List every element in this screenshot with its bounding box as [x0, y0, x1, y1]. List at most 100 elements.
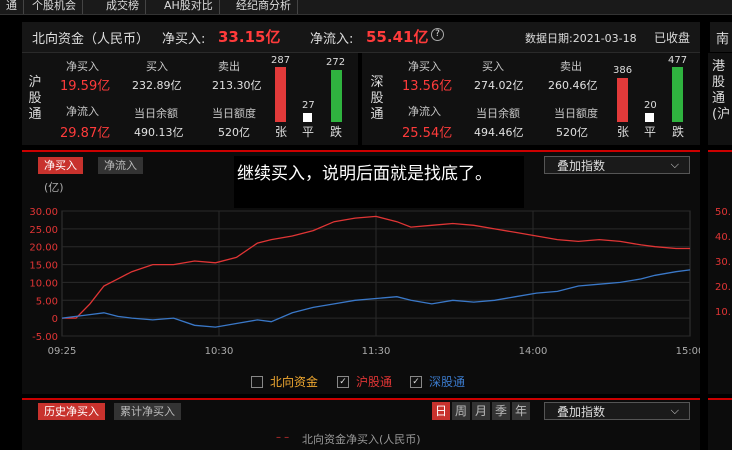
period-day[interactable]: 日: [432, 402, 450, 420]
y-tick-label: 25.00: [29, 225, 58, 236]
sz-flat-bar: [645, 113, 654, 122]
sh-down-count: 272: [326, 57, 346, 68]
net-inflow-value: 55.41亿: [366, 28, 429, 46]
net-inflow-label: 净流入:: [310, 32, 354, 47]
sz-sell-value: 260.46亿: [548, 79, 598, 92]
x-tick-label: 10:30: [205, 346, 234, 357]
overlay-index-label: 叠加指数: [557, 159, 606, 173]
top-nav: 通 个股机会 成交榜 AH股对比 经纪商分析: [0, 0, 732, 15]
hk-name: 港股通 (沪: [712, 59, 731, 122]
sz-down-bar: [672, 67, 683, 122]
x-tick-label: 11:30: [362, 346, 391, 357]
net-buy-value: 33.15亿: [218, 28, 281, 46]
sh-up-bar: [275, 67, 286, 122]
sz-balance-label: 当日余额: [476, 107, 520, 120]
period-month[interactable]: 月: [472, 402, 490, 420]
nav-tab-volume-rank[interactable]: 成交榜: [100, 0, 146, 14]
net-buy-label: 净买入:: [162, 32, 206, 47]
period-year[interactable]: 年: [512, 402, 530, 420]
sh-sell-value: 213.30亿: [212, 79, 262, 92]
x-tick-label: 15:00: [676, 346, 700, 357]
sh-flat-bar: [303, 113, 312, 122]
chart-x-ticks: 09:25 10:30 11:30 14:00 15:00: [48, 346, 700, 357]
bottom-legend-swatch: – –: [276, 432, 290, 443]
hk-axis-10: 10.: [715, 307, 731, 318]
legend-sh: 沪股通: [356, 375, 393, 389]
hk-axis-50: 50.: [715, 207, 731, 218]
period-quarter[interactable]: 季: [492, 402, 510, 420]
sz-name: 深股通: [370, 75, 384, 122]
bottom-overlay-label: 叠加指数: [557, 405, 606, 419]
nav-tab-0[interactable]: 通: [0, 0, 24, 14]
tab-cumulative-net-buy[interactable]: 累计净买入: [114, 403, 181, 420]
tab-net-buy[interactable]: 净买入: [38, 157, 83, 174]
nav-tab-ah-compare[interactable]: AH股对比: [158, 0, 220, 14]
hk-axis-20: 20.: [715, 282, 731, 293]
sh-net-inflow-value: 29.87亿: [60, 126, 111, 141]
hk-history-panel: [708, 398, 732, 450]
sh-checkbox[interactable]: ✓: [337, 376, 349, 388]
sz-buy-value: 274.02亿: [474, 79, 524, 92]
help-icon[interactable]: ?: [431, 28, 444, 41]
sz-up-label: 张: [617, 125, 630, 139]
sz-net-inflow-label: 净流入: [408, 105, 441, 118]
nav-tab-broker-analysis[interactable]: 经纪商分析: [230, 0, 298, 14]
sh-flat-label: 平: [302, 125, 315, 139]
sz-flat-label: 平: [644, 125, 657, 139]
bottom-overlay-select[interactable]: 叠加指数 ⌵: [544, 402, 690, 420]
sh-down-bar: [331, 70, 342, 122]
y-tick-label: 5.00: [36, 296, 58, 307]
y-tick-label: 0: [52, 314, 58, 325]
north-checkbox[interactable]: [251, 376, 263, 388]
hk-connect-panel: 港股通 (沪: [708, 53, 732, 145]
sh-net-inflow-label: 净流入: [66, 105, 99, 118]
y-tick-label: 30.00: [29, 207, 58, 218]
sh-sell-label: 卖出: [218, 60, 240, 73]
hk-axis-40: 40.: [715, 232, 731, 243]
y-tick-label: -5.00: [32, 332, 58, 343]
sz-net-inflow-value: 25.54亿: [402, 126, 453, 141]
hk-chart-panel: 50. 40. 30. 20. 10.: [708, 150, 732, 394]
legend-north: 北向资金: [270, 375, 319, 389]
header-title: 北向资金（人民币）: [32, 32, 150, 47]
sh-balance-label: 当日余额: [134, 107, 178, 120]
tab-net-inflow[interactable]: 净流入: [98, 157, 143, 174]
sh-up-count: 287: [271, 55, 291, 66]
sz-flat-count: 20: [644, 100, 657, 111]
chart-y-ticks: 30.00 25.00 20.00 15.00 10.00 5.00 0 -5.00: [29, 207, 58, 343]
right-panel-title: 南: [716, 32, 730, 47]
sz-buy-label: 买入: [482, 60, 504, 73]
y-axis-unit: (亿): [44, 181, 64, 194]
sz-balance-value: 494.46亿: [474, 126, 524, 139]
right-panel-header: 南: [710, 22, 732, 52]
sh-up-label: 张: [275, 125, 288, 139]
nav-tab-stock-opportunities[interactable]: 个股机会: [26, 0, 83, 14]
sz-quota-label: 当日额度: [554, 107, 598, 120]
period-week[interactable]: 周: [452, 402, 470, 420]
sh-net-buy-label: 净买入: [66, 60, 99, 73]
sh-balance-value: 490.13亿: [134, 126, 184, 139]
sz-net-buy-label: 净买入: [408, 60, 441, 73]
sz-up-count: 386: [613, 65, 633, 76]
chart-grid: [61, 210, 691, 337]
sz-checkbox[interactable]: ✓: [410, 376, 422, 388]
sh-buy-label: 买入: [146, 60, 168, 73]
sz-net-buy-value: 13.56亿: [402, 79, 453, 94]
sz-down-label: 跌: [672, 125, 685, 139]
sh-flat-count: 27: [302, 100, 315, 111]
sh-buy-value: 232.89亿: [132, 79, 182, 92]
sh-quota-label: 当日额度: [212, 107, 256, 120]
overlay-index-select[interactable]: 叠加指数 ⌵: [544, 156, 690, 174]
chevron-down-icon: ⌵: [670, 404, 679, 417]
y-tick-label: 10.00: [29, 278, 58, 289]
sz-quota-value: 520亿: [556, 126, 588, 139]
sh-name: 沪股通: [28, 75, 42, 122]
sz-down-count: 477: [668, 55, 688, 66]
tab-history-net-buy[interactable]: 历史净买入: [38, 403, 105, 420]
y-tick-label: 15.00: [29, 261, 58, 272]
sh-down-label: 跌: [330, 125, 343, 139]
hk-axis-30: 30.: [715, 257, 731, 268]
annotation-tooltip: 继续买入，说明后面就是找底了。: [234, 156, 524, 208]
x-tick-label: 14:00: [519, 346, 548, 357]
chevron-down-icon: ⌵: [670, 158, 679, 171]
